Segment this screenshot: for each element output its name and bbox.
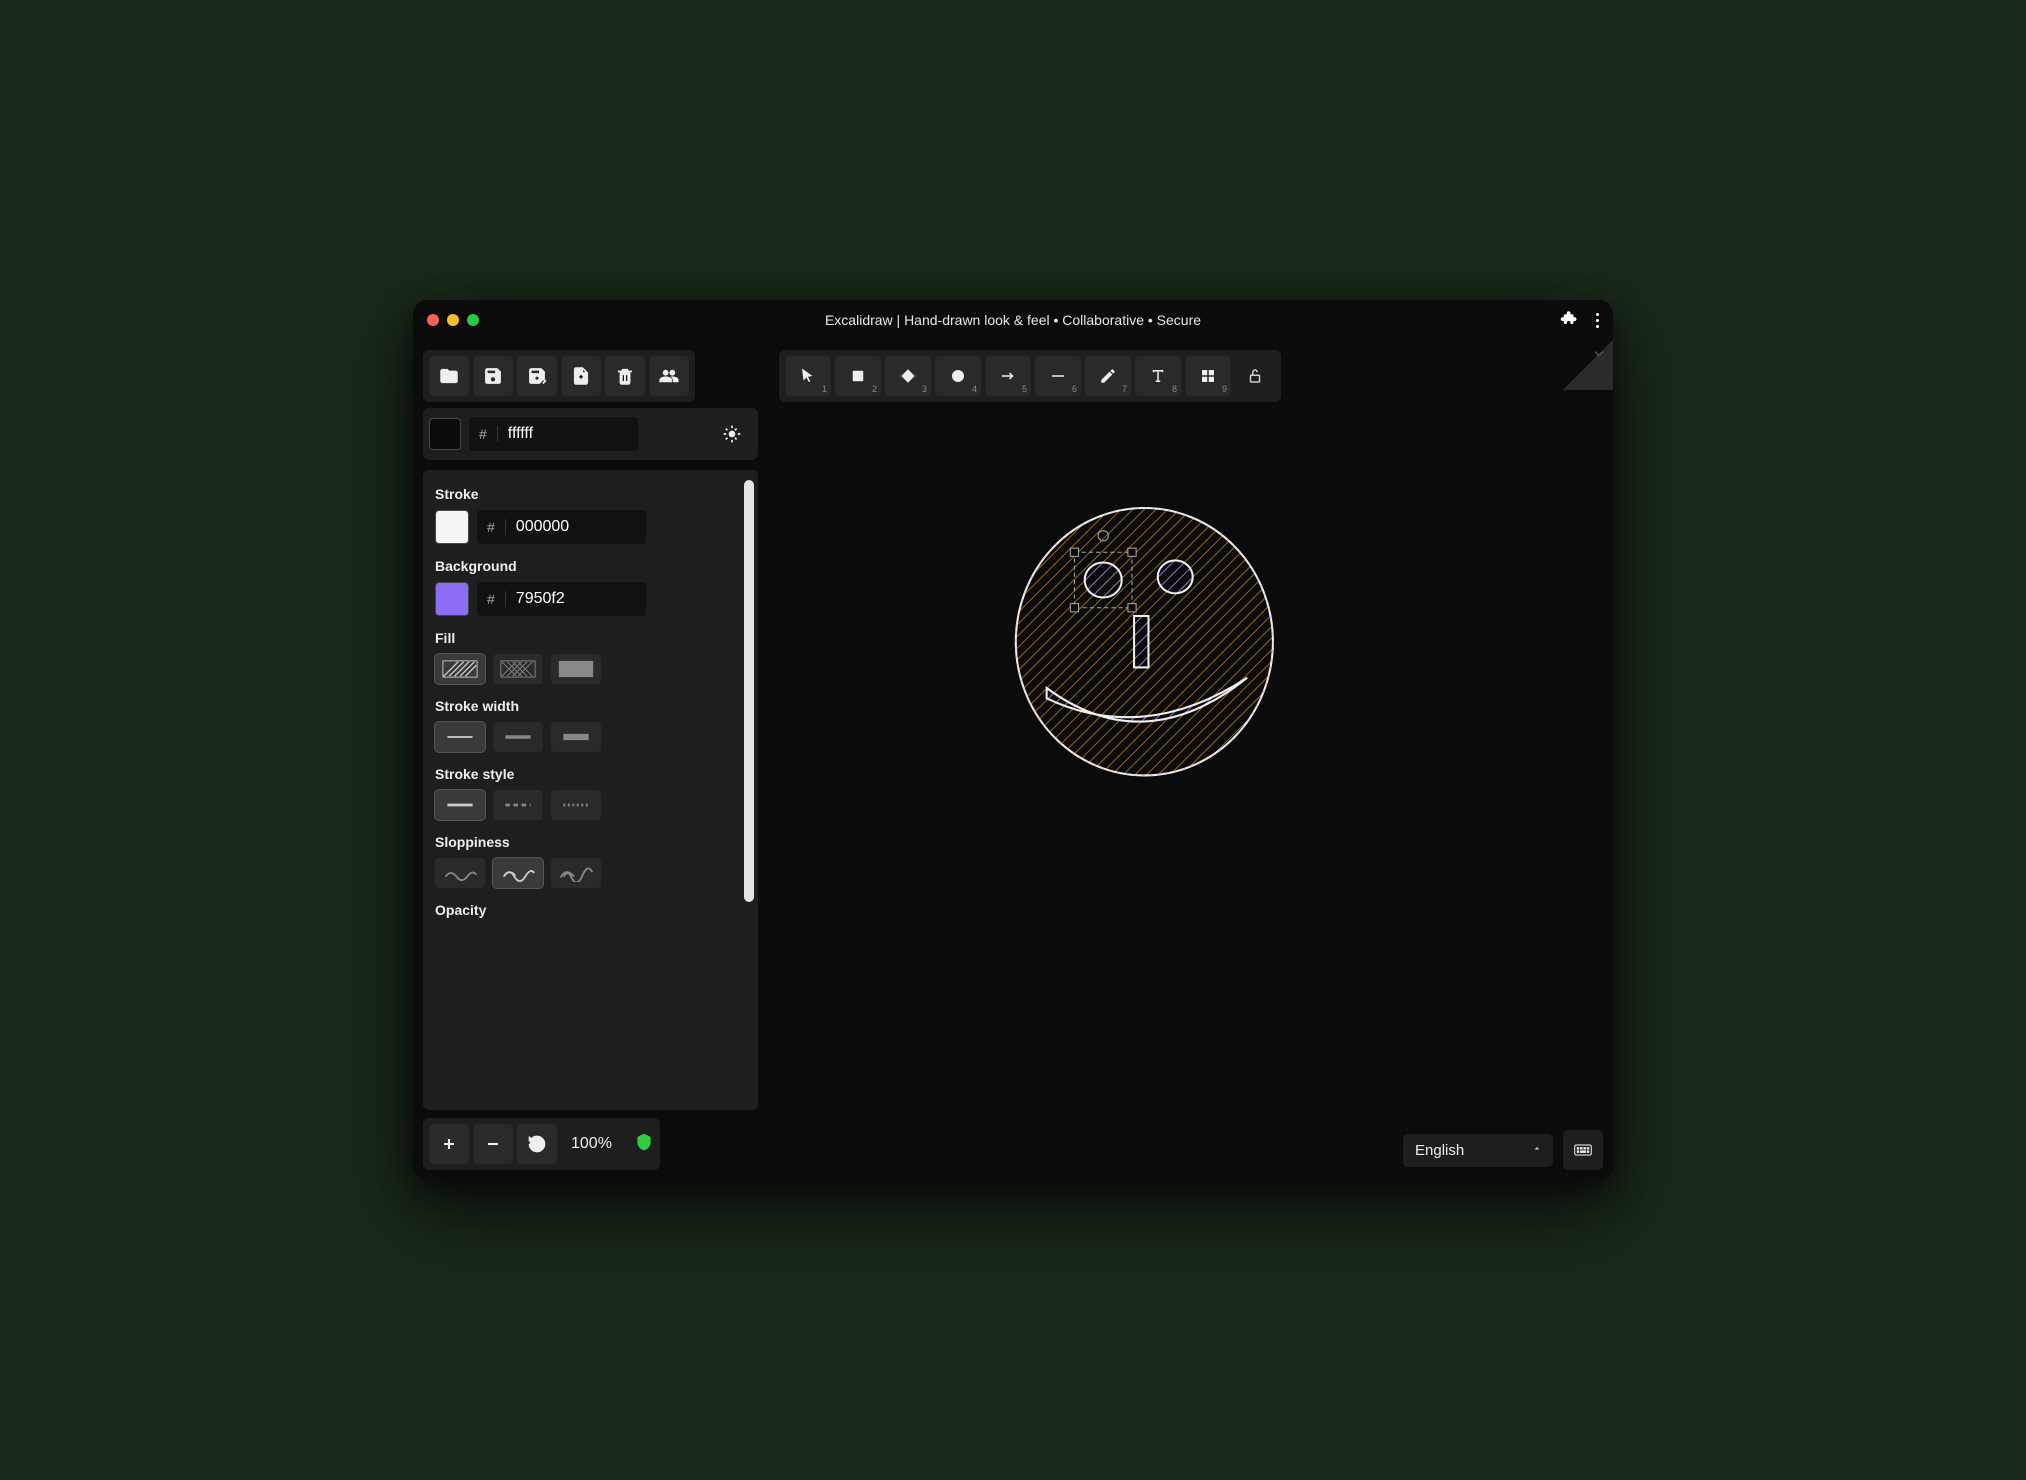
save-as-button[interactable] — [517, 356, 557, 396]
stroke-width-thick-button[interactable] — [551, 722, 601, 752]
properties-scrollbar[interactable] — [744, 480, 754, 1100]
background-label: Background — [435, 558, 744, 574]
tool-select[interactable]: 1 — [785, 356, 831, 396]
stroke-swatch[interactable] — [435, 510, 469, 544]
minimize-window-button[interactable] — [447, 314, 459, 326]
sloppiness-architect-button[interactable] — [435, 858, 485, 888]
tool-rectangle[interactable]: 2 — [835, 356, 881, 396]
settings-button[interactable] — [712, 414, 752, 454]
save-button[interactable] — [473, 356, 513, 396]
zoom-in-button[interactable] — [429, 1124, 469, 1164]
stroke-label: Stroke — [435, 486, 744, 502]
tool-shortcut: 5 — [1022, 384, 1027, 394]
tool-shortcut: 4 — [972, 384, 977, 394]
maximize-window-button[interactable] — [467, 314, 479, 326]
stroke-hex-group: # — [477, 510, 646, 544]
hash-label: # — [477, 519, 506, 535]
tool-shortcut: 3 — [922, 384, 927, 394]
hash-label: # — [477, 591, 506, 607]
shape-toolbar: 1 2 3 4 5 6 7 — [779, 350, 1281, 402]
tool-library[interactable]: 9 — [1185, 356, 1231, 396]
clear-canvas-button[interactable] — [605, 356, 645, 396]
canvas-svg — [768, 400, 1603, 1120]
stroke-width-thin-button[interactable] — [435, 722, 485, 752]
app-body: # 1 2 3 4 — [413, 340, 1613, 1180]
bottom-toolbar: 100% — [423, 1118, 660, 1170]
zoom-out-button[interactable] — [473, 1124, 513, 1164]
background-hex-group: # — [477, 582, 646, 616]
background-hex-input[interactable] — [506, 582, 646, 616]
zoom-reset-button[interactable] — [517, 1124, 557, 1164]
live-collaboration-button[interactable] — [649, 356, 689, 396]
stroke-style-label: Stroke style — [435, 766, 744, 782]
sloppiness-cartoonist-button[interactable] — [551, 858, 601, 888]
stroke-hex-input[interactable] — [506, 510, 646, 544]
properties-panel: Stroke # Background # Fill — [423, 470, 758, 1110]
sloppiness-label: Sloppiness — [435, 834, 744, 850]
tool-arrow[interactable]: 5 — [985, 356, 1031, 396]
tool-lock[interactable] — [1235, 356, 1275, 396]
fill-solid-button[interactable] — [551, 654, 601, 684]
canvas-bg-swatch[interactable] — [429, 418, 461, 450]
app-window: Excalidraw | Hand-drawn look & feel • Co… — [413, 300, 1613, 1180]
browser-menu-icon[interactable] — [1596, 313, 1599, 328]
canvas-background-panel: # — [423, 408, 758, 460]
tool-draw[interactable]: 7 — [1085, 356, 1131, 396]
keyboard-shortcuts-button[interactable] — [1563, 1130, 1603, 1170]
bottom-right-controls: English — [1403, 1130, 1603, 1170]
tool-shortcut: 6 — [1072, 384, 1077, 394]
hash-label: # — [469, 426, 498, 442]
stroke-width-medium-button[interactable] — [493, 722, 543, 752]
zoom-level: 100% — [561, 1135, 622, 1153]
stroke-style-dotted-button[interactable] — [551, 790, 601, 820]
language-label: English — [1415, 1142, 1464, 1159]
tool-shortcut: 7 — [1122, 384, 1127, 394]
titlebar: Excalidraw | Hand-drawn look & feel • Co… — [413, 300, 1613, 340]
extension-icon[interactable] — [1560, 309, 1578, 332]
stroke-style-solid-button[interactable] — [435, 790, 485, 820]
tool-ellipse[interactable]: 4 — [935, 356, 981, 396]
drawing-canvas[interactable] — [768, 400, 1603, 1120]
tool-shortcut: 8 — [1172, 384, 1177, 394]
open-button[interactable] — [429, 356, 469, 396]
tool-shortcut: 9 — [1222, 384, 1227, 394]
fill-hachure-button[interactable] — [435, 654, 485, 684]
fill-crosshatch-button[interactable] — [493, 654, 543, 684]
stroke-style-dashed-button[interactable] — [493, 790, 543, 820]
background-swatch[interactable] — [435, 582, 469, 616]
titlebar-right — [1560, 309, 1599, 332]
opacity-label: Opacity — [435, 902, 744, 918]
tool-shortcut: 2 — [872, 384, 877, 394]
tool-diamond[interactable]: 3 — [885, 356, 931, 396]
github-corner[interactable] — [1563, 340, 1613, 390]
language-select[interactable]: English — [1403, 1134, 1553, 1167]
tool-shortcut: 1 — [822, 384, 827, 394]
caret-up-icon — [1531, 1142, 1543, 1159]
stroke-width-label: Stroke width — [435, 698, 744, 714]
tool-text[interactable]: 8 — [1135, 356, 1181, 396]
canvas-bg-hex-input[interactable] — [498, 417, 638, 451]
window-controls — [427, 314, 479, 326]
canvas-bg-hex-group: # — [469, 417, 638, 451]
tool-line[interactable]: 6 — [1035, 356, 1081, 396]
sloppiness-artist-button[interactable] — [493, 858, 543, 888]
export-button[interactable] — [561, 356, 601, 396]
close-window-button[interactable] — [427, 314, 439, 326]
fill-label: Fill — [435, 630, 744, 646]
file-toolbar — [423, 350, 695, 402]
shield-icon — [634, 1132, 654, 1157]
window-title: Excalidraw | Hand-drawn look & feel • Co… — [413, 312, 1613, 328]
